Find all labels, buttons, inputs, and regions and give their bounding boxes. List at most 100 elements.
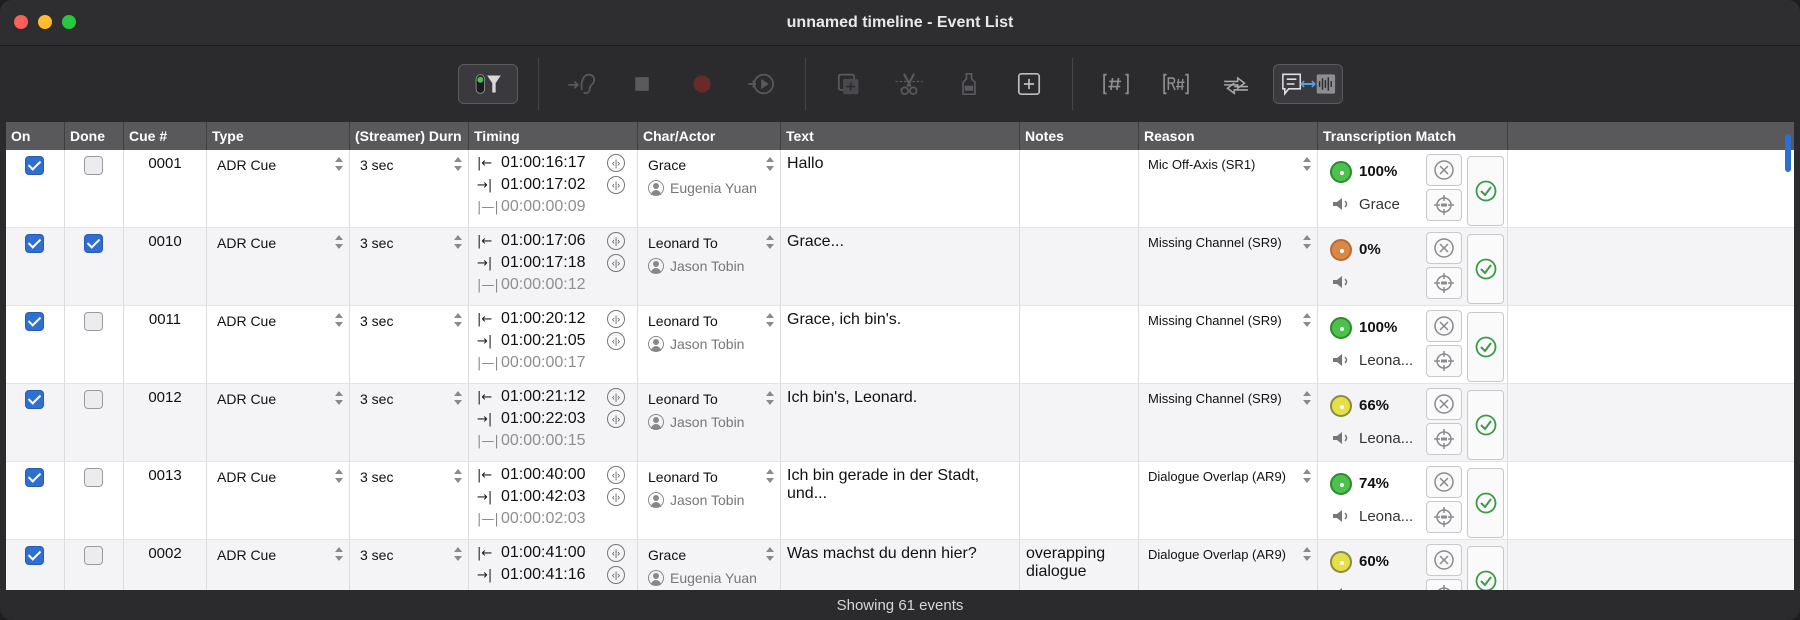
column-header-durn[interactable]: (Streamer) Durn [350, 122, 469, 150]
durn-stepper-icon[interactable] [454, 468, 462, 484]
type-cell[interactable]: ADR Cue [207, 150, 350, 228]
column-header-type[interactable]: Type [207, 122, 350, 150]
nudge-out-icon[interactable]: ‹|› [607, 254, 625, 272]
notes-cell[interactable] [1020, 462, 1139, 540]
timecode-out[interactable]: 01:00:17:18 [501, 254, 607, 272]
type-stepper-icon[interactable] [335, 468, 343, 484]
dialogue-text[interactable]: Grace... [787, 233, 1012, 251]
reject-match-button[interactable] [1426, 388, 1462, 420]
zoom-window-button[interactable] [62, 15, 76, 29]
char-actor-cell[interactable]: Grace Eugenia Yuan [638, 150, 781, 228]
timecode-in[interactable]: 01:00:20:12 [501, 310, 607, 328]
transcription-button[interactable] [1272, 64, 1343, 104]
playback-button[interactable] [739, 64, 785, 104]
type-cell[interactable]: ADR Cue [207, 540, 350, 590]
reason-stepper-icon[interactable] [1303, 390, 1311, 406]
character-stepper-icon[interactable] [766, 546, 774, 562]
durn-select[interactable]: 3 sec [360, 235, 393, 251]
on-checkbox[interactable] [25, 312, 44, 331]
durn-cell[interactable]: 3 sec [350, 306, 469, 384]
reject-match-button[interactable] [1426, 310, 1462, 342]
nudge-in-icon[interactable]: ‹|› [607, 154, 625, 172]
type-stepper-icon[interactable] [335, 546, 343, 562]
accept-match-button[interactable] [1467, 234, 1504, 304]
type-stepper-icon[interactable] [335, 234, 343, 250]
char-actor-cell[interactable]: Leonard To Jason Tobin [638, 228, 781, 306]
table-row[interactable]: 0002 ADR Cue 3 sec |← 01:00:41:00 ‹|› →|… [6, 540, 1794, 590]
char-actor-cell[interactable]: Leonard To Jason Tobin [638, 462, 781, 540]
reason-stepper-icon[interactable] [1303, 156, 1311, 172]
reason-select[interactable]: Dialogue Overlap (AR9) [1148, 469, 1286, 484]
reason-cell[interactable]: Dialogue Overlap (AR9) [1139, 540, 1318, 590]
reason-cell[interactable]: Mic Off-Axis (SR1) [1139, 150, 1318, 228]
durn-select[interactable]: 3 sec [360, 547, 393, 563]
swap-button[interactable] [1213, 64, 1259, 104]
durn-cell[interactable]: 3 sec [350, 462, 469, 540]
character-select[interactable]: Leonard To [648, 391, 718, 407]
reason-stepper-icon[interactable] [1303, 234, 1311, 250]
type-cell[interactable]: ADR Cue [207, 462, 350, 540]
nudge-out-icon[interactable]: ‹|› [607, 176, 625, 194]
filter-toggle-button[interactable] [457, 64, 518, 104]
reason-cell[interactable]: Missing Channel (SR9) [1139, 228, 1318, 306]
character-select[interactable]: Leonard To [648, 313, 718, 329]
durn-stepper-icon[interactable] [454, 312, 462, 328]
reason-stepper-icon[interactable] [1303, 546, 1311, 562]
durn-select[interactable]: 3 sec [360, 391, 393, 407]
add-event-button[interactable] [1006, 64, 1052, 104]
locate-match-button[interactable] [1426, 267, 1462, 299]
notes-cell[interactable]: overapping dialogue [1020, 540, 1139, 590]
type-cell[interactable]: ADR Cue [207, 384, 350, 462]
reason-select[interactable]: Missing Channel (SR9) [1148, 313, 1282, 328]
table-row[interactable]: 0013 ADR Cue 3 sec |← 01:00:40:00 ‹|› →|… [6, 462, 1794, 540]
durn-cell[interactable]: 3 sec [350, 384, 469, 462]
add-take-button[interactable] [826, 64, 872, 104]
nudge-in-icon[interactable]: ‹|› [607, 466, 625, 484]
timecode-out[interactable]: 01:00:41:16 [501, 566, 607, 584]
nudge-in-icon[interactable]: ‹|› [607, 310, 625, 328]
vertical-scrollbar[interactable] [1785, 134, 1791, 172]
type-select[interactable]: ADR Cue [217, 157, 276, 173]
text-cell[interactable]: Ich bin gerade in der Stadt, und... [781, 462, 1020, 540]
text-cell[interactable]: Grace, ich bin's. [781, 306, 1020, 384]
timecode-out[interactable]: 01:00:17:02 [501, 176, 607, 194]
table-row[interactable]: 0011 ADR Cue 3 sec |← 01:00:20:12 ‹|› →|… [6, 306, 1794, 384]
character-stepper-icon[interactable] [766, 390, 774, 406]
dialogue-text[interactable]: Hallo [787, 155, 1012, 173]
bottle-button[interactable] [946, 64, 992, 104]
locate-match-button[interactable] [1426, 423, 1462, 455]
stop-button[interactable] [619, 64, 665, 104]
reason-stepper-icon[interactable] [1303, 468, 1311, 484]
column-header-notes[interactable]: Notes [1020, 122, 1139, 150]
character-stepper-icon[interactable] [766, 312, 774, 328]
durn-stepper-icon[interactable] [454, 234, 462, 250]
locate-match-button[interactable] [1426, 189, 1462, 221]
reason-select[interactable]: Missing Channel (SR9) [1148, 391, 1282, 406]
done-checkbox[interactable] [84, 546, 103, 565]
locate-match-button[interactable] [1426, 579, 1462, 590]
timecode-in[interactable]: 01:00:17:06 [501, 232, 607, 250]
timecode-in[interactable]: 01:00:41:00 [501, 544, 607, 562]
column-header-text[interactable]: Text [781, 122, 1020, 150]
on-checkbox[interactable] [25, 234, 44, 253]
dialogue-text[interactable]: Ich bin gerade in der Stadt, und... [787, 467, 1012, 503]
done-checkbox[interactable] [84, 390, 103, 409]
nudge-out-icon[interactable]: ‹|› [607, 332, 625, 350]
reject-match-button[interactable] [1426, 544, 1462, 576]
text-cell[interactable]: Ich bin's, Leonard. [781, 384, 1020, 462]
durn-select[interactable]: 3 sec [360, 313, 393, 329]
accept-match-button[interactable] [1467, 156, 1504, 226]
column-header-transcription-match[interactable]: Transcription Match [1318, 122, 1508, 150]
accept-match-button[interactable] [1467, 546, 1504, 590]
nudge-in-icon[interactable]: ‹|› [607, 544, 625, 562]
record-button[interactable] [679, 64, 725, 104]
durn-cell[interactable]: 3 sec [350, 540, 469, 590]
character-stepper-icon[interactable] [766, 468, 774, 484]
listen-button[interactable] [559, 64, 605, 104]
durn-cell[interactable]: 3 sec [350, 150, 469, 228]
reason-cell[interactable]: Dialogue Overlap (AR9) [1139, 462, 1318, 540]
reason-stepper-icon[interactable] [1303, 312, 1311, 328]
type-stepper-icon[interactable] [335, 312, 343, 328]
type-select[interactable]: ADR Cue [217, 313, 276, 329]
notes-text[interactable]: overapping dialogue [1026, 545, 1136, 581]
